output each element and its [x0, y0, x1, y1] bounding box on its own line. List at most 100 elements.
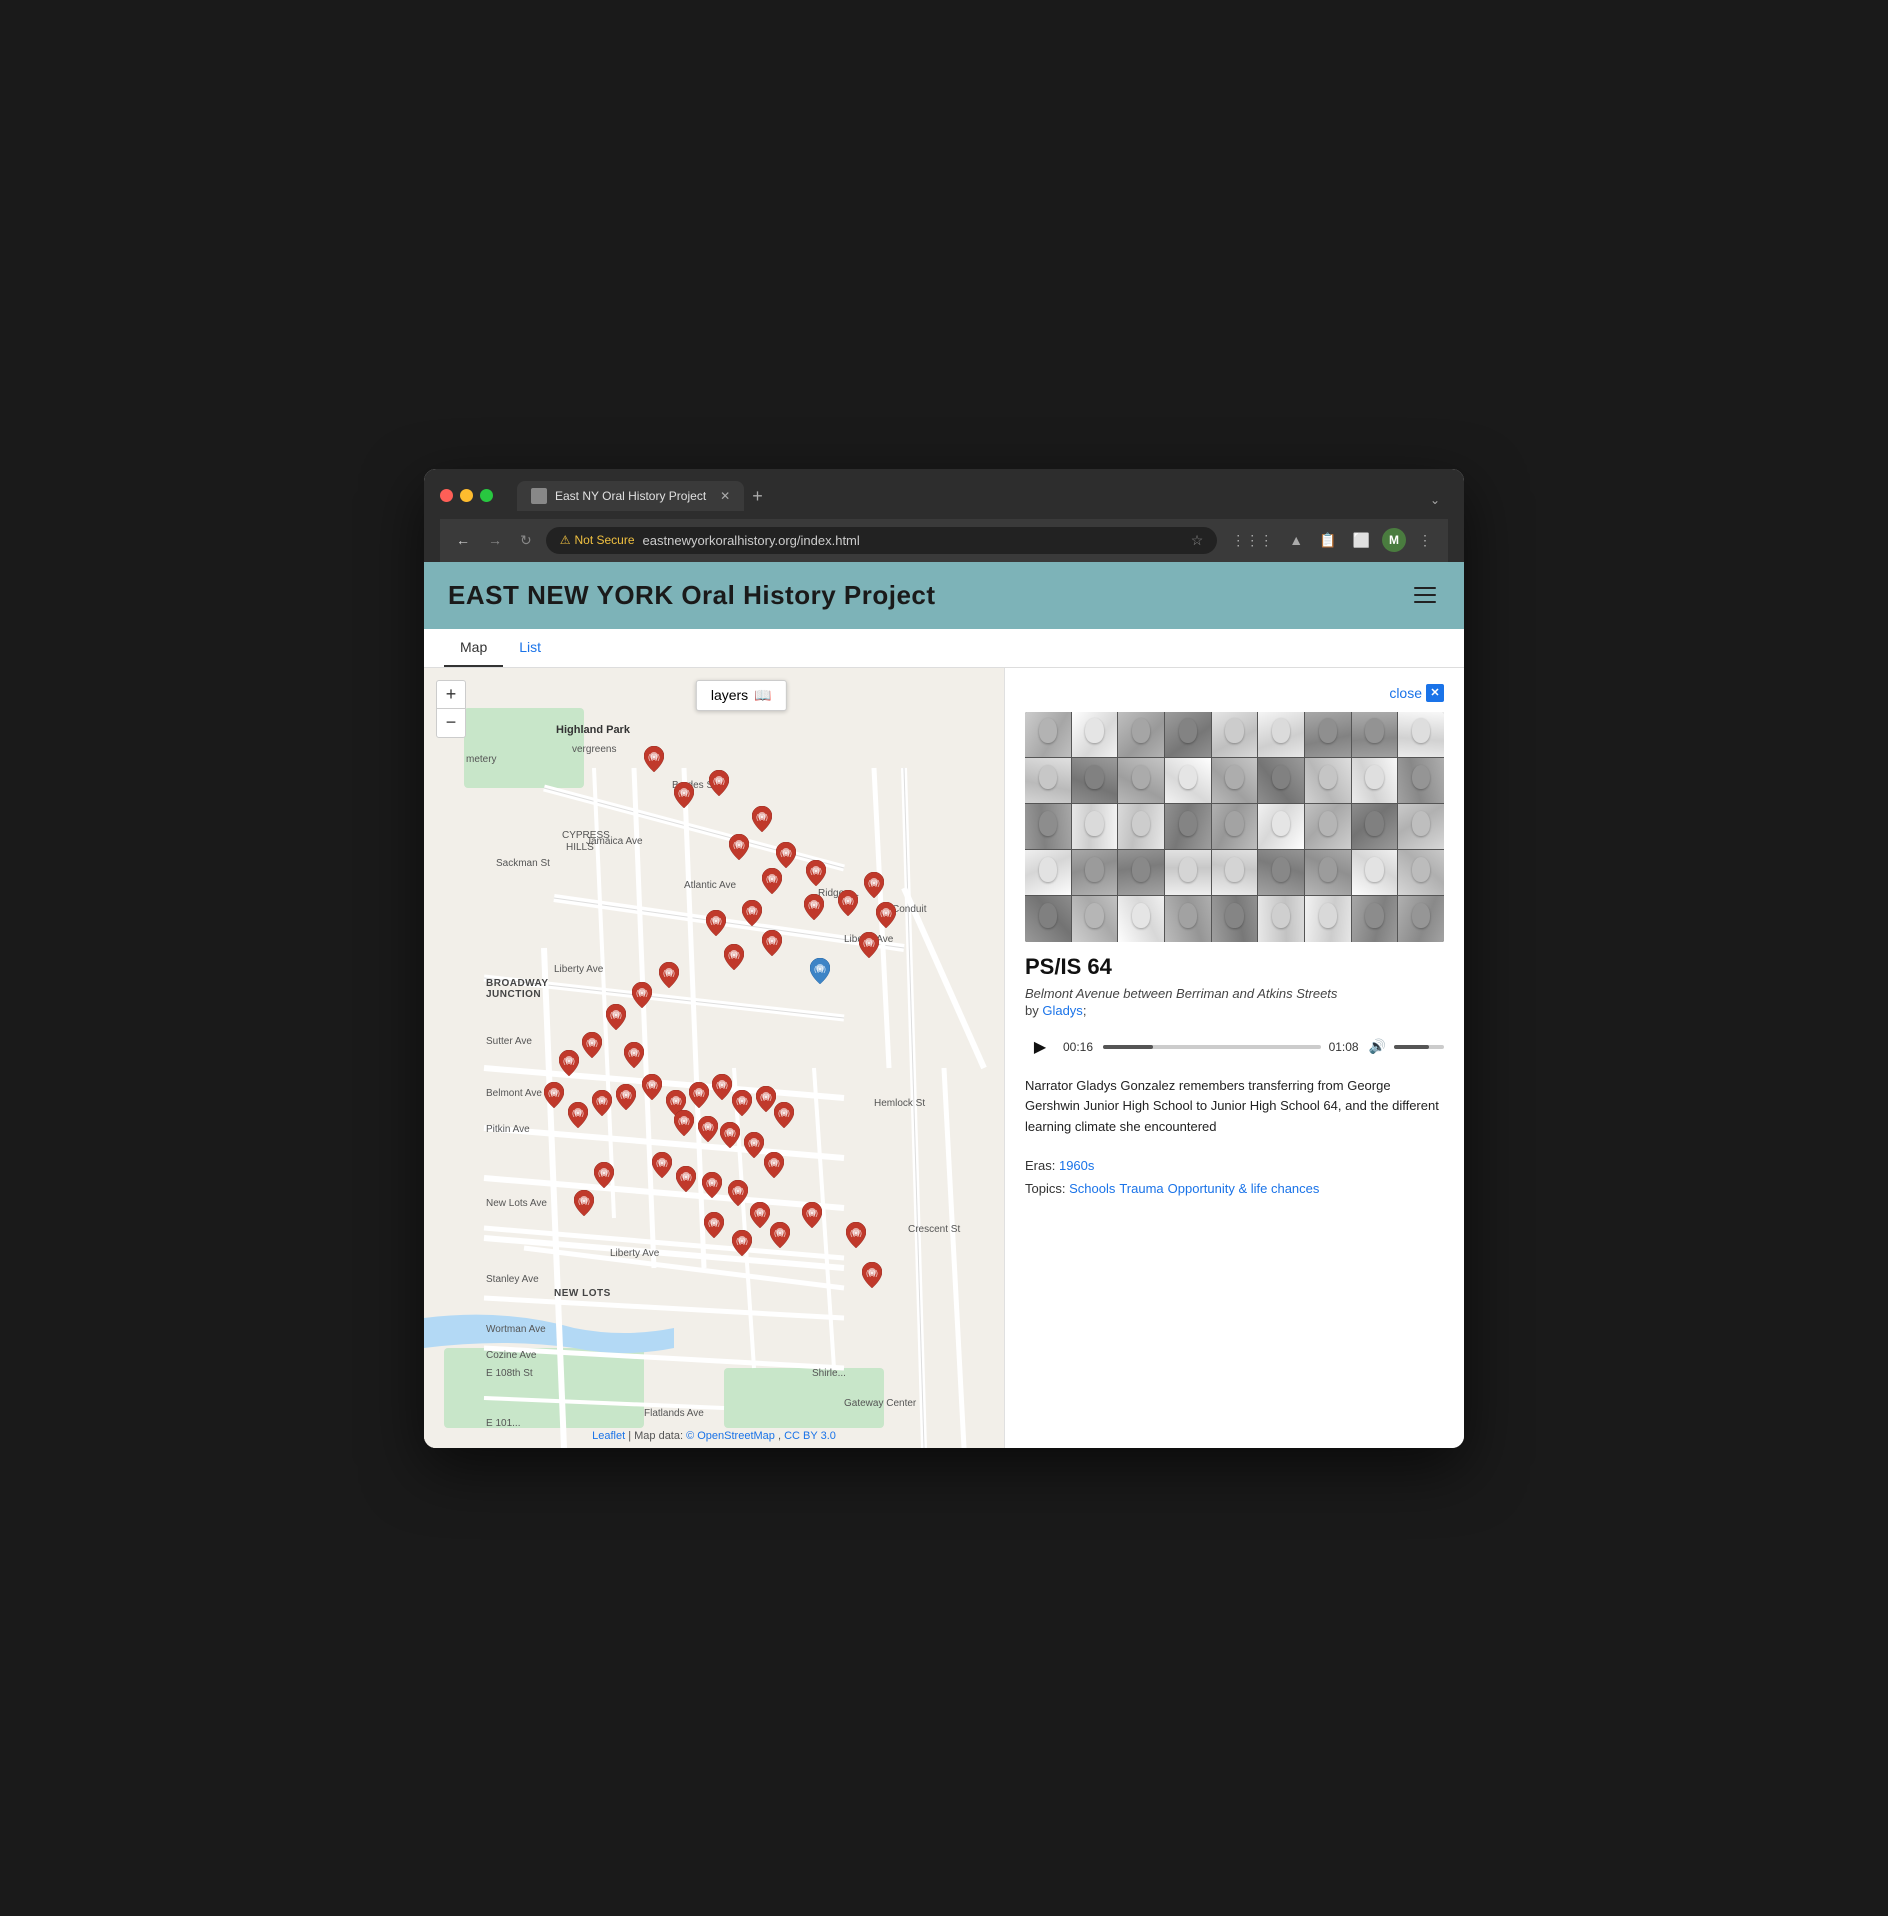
- maximize-window-button[interactable]: [480, 489, 493, 502]
- map-pin-48[interactable]: ((•)): [802, 1202, 822, 1228]
- photo-cell: [1212, 712, 1258, 757]
- map-pin-51[interactable]: ((•)): [594, 1162, 614, 1188]
- map-pin-35[interactable]: ((•)): [674, 1110, 694, 1136]
- map-pin-0[interactable]: ((•)): [644, 746, 664, 772]
- tab-map[interactable]: Map: [444, 629, 503, 667]
- tab-list[interactable]: List: [503, 629, 557, 667]
- map-pin-19[interactable]: ((•)): [632, 982, 652, 1008]
- back-button[interactable]: ←: [452, 530, 474, 550]
- map-pin-40[interactable]: ((•)): [652, 1152, 672, 1178]
- narrator-link[interactable]: Gladys: [1042, 1003, 1082, 1018]
- map-pin-47[interactable]: ((•)): [770, 1222, 790, 1248]
- era-link[interactable]: 1960s: [1059, 1158, 1094, 1173]
- map-pin-32[interactable]: ((•)): [732, 1090, 752, 1116]
- progress-bar[interactable]: [1103, 1045, 1321, 1049]
- map-pin-16[interactable]: ((•)): [859, 932, 879, 958]
- map-pin-22[interactable]: ((•)): [582, 1032, 602, 1058]
- drive-icon[interactable]: ▲: [1285, 530, 1307, 550]
- map-pin-39[interactable]: ((•)): [764, 1152, 784, 1178]
- close-button[interactable]: close ✕: [1025, 684, 1444, 702]
- play-button[interactable]: ▶: [1025, 1032, 1055, 1062]
- address-bar[interactable]: ⚠ Not Secure eastnewyorkoralhistory.org/…: [546, 527, 1218, 554]
- map-pin-37[interactable]: ((•)): [720, 1122, 740, 1148]
- map-canvas: Highland Park BROADWAYJUNCTION NEW LOTS …: [424, 668, 1004, 1448]
- svg-text:((•)): ((•)): [646, 1082, 658, 1089]
- tab-overflow-button[interactable]: ⌄: [1422, 489, 1448, 511]
- map-pin-2[interactable]: ((•)): [709, 770, 729, 796]
- volume-bar[interactable]: [1394, 1045, 1444, 1049]
- osm-link[interactable]: © OpenStreetMap: [686, 1430, 775, 1442]
- map-pin-34[interactable]: ((•)): [774, 1102, 794, 1128]
- map-pin-23[interactable]: ((•)): [559, 1050, 579, 1076]
- photo-cell: [1072, 758, 1118, 803]
- zoom-out-button[interactable]: −: [437, 709, 465, 737]
- map-pin-25[interactable]: ((•)): [568, 1102, 588, 1128]
- map-pin-8[interactable]: ((•)): [742, 900, 762, 926]
- svg-text:((•)): ((•)): [713, 778, 725, 785]
- map-pin-46[interactable]: ((•)): [732, 1230, 752, 1256]
- map-pin-15[interactable]: ((•)): [876, 902, 896, 928]
- tab-close-button[interactable]: ✕: [720, 489, 730, 503]
- bookmark-icon[interactable]: ☆: [1191, 532, 1204, 549]
- map-pin-38[interactable]: ((•)): [744, 1132, 764, 1158]
- map-pin-6[interactable]: ((•)): [762, 868, 782, 894]
- map-pin-4[interactable]: ((•)): [729, 834, 749, 860]
- cast-icon[interactable]: ⬜: [1349, 530, 1374, 551]
- extensions-button[interactable]: ⋮⋮⋮: [1227, 530, 1277, 551]
- map-pin-41[interactable]: ((•)): [676, 1166, 696, 1192]
- map-pin-12[interactable]: ((•)): [804, 894, 824, 920]
- svg-text:((•)): ((•)): [716, 1082, 728, 1089]
- map-pin-27[interactable]: ((•)): [616, 1084, 636, 1110]
- map-pin-14[interactable]: ((•)): [864, 872, 884, 898]
- map-pin-28[interactable]: ((•)): [642, 1074, 662, 1100]
- map-section[interactable]: Highland Park BROADWAYJUNCTION NEW LOTS …: [424, 668, 1004, 1448]
- clipboard-icon[interactable]: 📋: [1315, 530, 1340, 551]
- browser-tab[interactable]: East NY Oral History Project ✕: [517, 481, 744, 511]
- map-pin-45[interactable]: ((•)): [704, 1212, 724, 1238]
- map-pin-24[interactable]: ((•)): [544, 1082, 564, 1108]
- map-pin-33[interactable]: ((•)): [756, 1086, 776, 1112]
- map-pin-44[interactable]: ((•)): [750, 1202, 770, 1228]
- hills-label: HILLS: [566, 842, 594, 853]
- map-pin-17[interactable]: ((•)): [810, 958, 830, 984]
- map-pin-1[interactable]: ((•)): [674, 782, 694, 808]
- new-tab-button[interactable]: +: [744, 482, 771, 511]
- zoom-in-button[interactable]: +: [437, 681, 465, 709]
- menu-button[interactable]: ⋮: [1414, 530, 1436, 551]
- map-pin-13[interactable]: ((•)): [838, 890, 858, 916]
- map-pin-5[interactable]: ((•)): [776, 842, 796, 868]
- map-pin-11[interactable]: ((•)): [762, 930, 782, 956]
- layers-button[interactable]: layers 📖: [696, 680, 787, 711]
- map-pin-3[interactable]: ((•)): [752, 806, 772, 832]
- map-pin-43[interactable]: ((•)): [728, 1180, 748, 1206]
- svg-text:((•)): ((•)): [754, 1210, 766, 1217]
- volume-icon[interactable]: 🔊: [1369, 1038, 1386, 1055]
- topic-link-0[interactable]: Schools: [1069, 1181, 1115, 1196]
- map-pin-30[interactable]: ((•)): [689, 1082, 709, 1108]
- map-pin-7[interactable]: ((•)): [806, 860, 826, 886]
- map-pin-42[interactable]: ((•)): [702, 1172, 722, 1198]
- map-pin-36[interactable]: ((•)): [698, 1116, 718, 1142]
- map-pin-9[interactable]: ((•)): [706, 910, 726, 936]
- hamburger-button[interactable]: [1410, 583, 1440, 607]
- map-pin-31[interactable]: ((•)): [712, 1074, 732, 1100]
- map-pin-10[interactable]: ((•)): [724, 944, 744, 970]
- not-secure-label: Not Secure: [575, 533, 635, 547]
- map-pin-20[interactable]: ((•)): [606, 1004, 626, 1030]
- map-pin-21[interactable]: ((•)): [624, 1042, 644, 1068]
- map-pin-52[interactable]: ((•)): [574, 1190, 594, 1216]
- map-pin-50[interactable]: ((•)): [862, 1262, 882, 1288]
- map-pin-18[interactable]: ((•)): [659, 962, 679, 988]
- topic-link-1[interactable]: Trauma: [1119, 1181, 1163, 1196]
- close-window-button[interactable]: [440, 489, 453, 502]
- map-pin-49[interactable]: ((•)): [846, 1222, 866, 1248]
- minimize-window-button[interactable]: [460, 489, 473, 502]
- forward-button[interactable]: →: [484, 530, 506, 550]
- refresh-button[interactable]: ↻: [516, 530, 536, 551]
- photo-cell: [1398, 804, 1444, 849]
- leaflet-link[interactable]: Leaflet: [592, 1430, 625, 1442]
- topic-link-2[interactable]: Opportunity & life chances: [1168, 1181, 1320, 1196]
- profile-avatar[interactable]: M: [1382, 528, 1406, 552]
- cc-link[interactable]: CC BY 3.0: [784, 1430, 836, 1442]
- map-pin-26[interactable]: ((•)): [592, 1090, 612, 1116]
